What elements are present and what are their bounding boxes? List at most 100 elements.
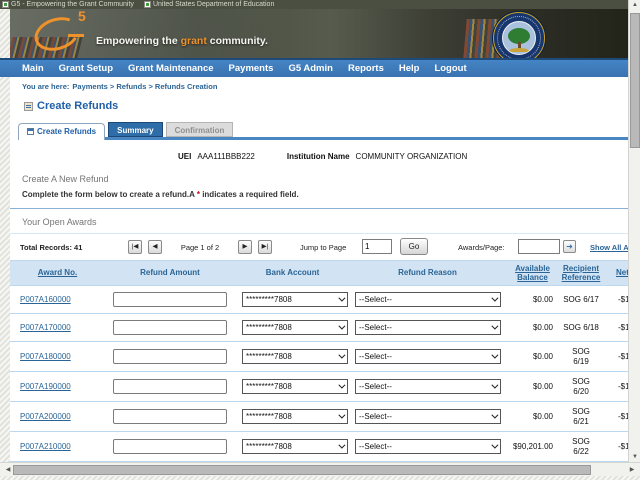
award-number-link[interactable]: P007A180000 [10,352,105,361]
nav-main[interactable]: Main [22,63,44,74]
instruction-text: Complete the form below to create a refu… [22,190,197,199]
g5-logo-5: 5 [78,9,86,24]
breadcrumb-prefix: You are here: [22,82,69,91]
jump-to-page-input[interactable] [362,239,392,254]
refund-amount-input[interactable] [113,320,227,335]
refund-reason-select[interactable]: --Select-- [355,320,501,335]
scroll-right-arrow-icon[interactable]: ▶ [626,466,638,473]
institution-name-value: COMMUNITY ORGANIZATION [356,152,468,161]
go-button[interactable]: Go [400,238,428,255]
seal-inner [502,21,536,55]
available-balance: $0.00 [505,412,560,421]
award-number-link[interactable]: P007A200000 [10,412,105,421]
last-page-button[interactable]: ▶| [258,240,272,254]
table-row: P007A180000 *********7808 --Select-- $0.… [10,342,628,372]
refund-reason-value: --Select-- [359,295,392,304]
award-number-link[interactable]: P007A170000 [10,323,105,332]
prev-page-button[interactable]: ◀ [148,240,162,254]
vertical-scrollbar[interactable]: ▲ ▼ [628,0,640,462]
horizontal-scrollbar[interactable]: ◀ ▶ [0,462,640,476]
show-all-link[interactable]: Show All Aw [590,243,628,252]
instruction-text: indicates a required field. [200,190,299,199]
nav-help[interactable]: Help [399,63,420,74]
bank-account-select[interactable]: *********7808 [242,439,348,454]
awards-per-page-input[interactable] [518,239,560,254]
bank-account-select[interactable]: *********7808 [242,292,348,307]
refund-amount-input[interactable] [113,409,227,424]
recipient-reference: SOG 6/22 [568,437,594,456]
bank-account-select[interactable]: *********7808 [242,320,348,335]
header-refund-reason: Refund Reason [350,268,505,277]
refund-reason-value: --Select-- [359,412,392,421]
table-header-row: Award No. Refund Amount Bank Account Ref… [10,260,628,286]
seal-base [508,48,530,52]
refund-amount-input[interactable] [113,292,227,307]
window-title-strip: G5 - Empowering the Grant Community Unit… [0,0,628,9]
chevron-down-icon [491,412,498,419]
refund-reason-value: --Select-- [359,323,392,332]
breadcrumb-path[interactable]: Payments > Refunds > Refunds Creation [72,82,217,91]
open-awards-table: Award No. Refund Amount Bank Account Ref… [10,260,628,462]
bank-account-value: *********7808 [246,295,292,304]
nav-payments[interactable]: Payments [229,63,274,74]
recipient-reference: SOG 6/19 [568,347,594,366]
chevron-down-icon [491,323,498,330]
first-page-button[interactable]: |◀ [128,240,142,254]
scroll-down-arrow-icon[interactable]: ▼ [629,454,640,460]
header-net[interactable]: Net [602,268,628,277]
window-title-text: United States Department of Education [153,1,274,8]
refund-amount-input[interactable] [113,349,227,364]
tab-confirmation: Confirmation [166,122,234,137]
net-value: -$16 [602,323,628,332]
refund-amount-input[interactable] [113,439,227,454]
vertical-scrollbar-thumb[interactable] [630,13,640,148]
horizontal-scrollbar-thumb[interactable] [13,465,591,475]
recipient-reference: SOG 6/21 [568,407,594,426]
award-number-link[interactable]: P007A210000 [10,442,105,451]
tab-label: Create Refunds [37,127,96,136]
banner-tagline: Empowering the grant community. [96,35,268,47]
chevron-down-icon [338,412,345,419]
bank-account-select[interactable]: *********7808 [242,349,348,364]
header-available-balance[interactable]: Available Balance [505,264,560,282]
recipient-reference: SOG 6/20 [568,377,594,396]
chevron-down-icon [491,382,498,389]
uei-value: AAA111BBB222 [197,152,255,161]
recipient-reference: SOG 6/18 [563,323,599,332]
scroll-up-arrow-icon[interactable]: ▲ [629,2,640,8]
nav-g5-admin[interactable]: G5 Admin [288,63,333,74]
award-number-link[interactable]: P007A190000 [10,382,105,391]
bank-account-select[interactable]: *********7808 [242,379,348,394]
tab-summary[interactable]: Summary [108,122,162,137]
tagline-highlight: grant [181,35,207,47]
refund-reason-select[interactable]: --Select-- [355,292,501,307]
header-award-no[interactable]: Award No. [10,268,105,277]
window-title-text: G5 - Empowering the Grant Community [11,1,134,8]
header-recipient-reference[interactable]: Recipient Reference [560,264,602,282]
refund-reason-select[interactable]: --Select-- [355,439,501,454]
page-title-row: Create Refunds [24,100,628,112]
header-refund-amount: Refund Amount [105,268,235,277]
refund-reason-select[interactable]: --Select-- [355,349,501,364]
organization-row: UEI AAA111BBB222 Institution Name COMMUN… [10,152,628,161]
refund-amount-input[interactable] [113,379,227,394]
next-page-button[interactable]: ▶ [238,240,252,254]
form-icon [24,102,33,111]
refund-reason-select[interactable]: --Select-- [355,379,501,394]
nav-grant-setup[interactable]: Grant Setup [59,63,113,74]
nav-logout[interactable]: Logout [434,63,466,74]
bank-account-value: *********7808 [246,323,292,332]
net-value: -$19 [602,352,628,361]
refund-reason-select[interactable]: --Select-- [355,409,501,424]
chevron-down-icon [338,295,345,302]
award-number-link[interactable]: P007A160000 [10,295,105,304]
nav-grant-maintenance[interactable]: Grant Maintenance [128,63,214,74]
title-g5: G5 - Empowering the Grant Community [2,1,134,8]
bank-account-select[interactable]: *********7808 [242,409,348,424]
recipient-reference: SOG 6/17 [563,295,599,304]
total-records: Total Records: 41 [20,243,82,252]
awards-per-page-go-button[interactable]: ➜ [563,240,576,253]
nav-reports[interactable]: Reports [348,63,384,74]
tab-create-refunds[interactable]: Create Refunds [18,123,105,140]
available-balance: $0.00 [505,382,560,391]
